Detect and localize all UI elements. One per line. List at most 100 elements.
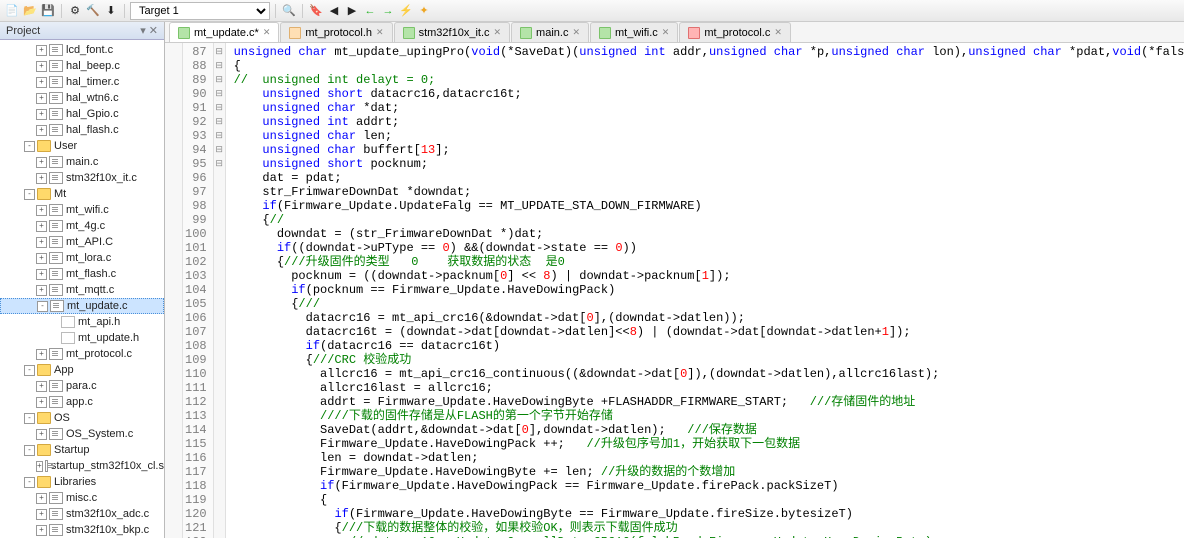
tree-item-label: lcd_font.c <box>66 44 113 56</box>
tree-item[interactable]: +OS_System.c <box>0 426 164 442</box>
save-icon[interactable]: 💾 <box>40 3 56 19</box>
editor-tabs: mt_update.c*✕mt_protocol.h✕stm32f10x_it.… <box>165 22 1184 43</box>
tree-item[interactable]: +mt_flash.c <box>0 266 164 282</box>
tab-close-icon[interactable]: ✕ <box>572 27 580 38</box>
tree-item[interactable]: - Startup <box>0 442 164 458</box>
tree-item[interactable]: +stm32f10x_adc.c <box>0 506 164 522</box>
open-icon[interactable]: 📂 <box>22 3 38 19</box>
expander-icon[interactable]: - <box>24 413 35 424</box>
download-icon[interactable]: ⬇ <box>103 3 119 19</box>
indent-left-icon[interactable]: ← <box>362 3 378 19</box>
tree-item[interactable]: +startup_stm32f10x_cl.s <box>0 458 164 474</box>
prev-bookmark-icon[interactable]: ◀ <box>326 3 342 19</box>
options-icon[interactable]: ✦ <box>416 3 432 19</box>
expander-icon[interactable]: + <box>36 61 47 72</box>
expander-icon[interactable]: - <box>24 189 35 200</box>
rebuild-icon[interactable]: 🔨 <box>85 3 101 19</box>
tree-item[interactable]: +mt_protocol.c <box>0 346 164 362</box>
close-panel-icon[interactable]: ▾ ✕ <box>140 24 158 37</box>
expander-icon[interactable]: + <box>36 493 47 504</box>
tree-item[interactable]: +stm32f10x_bkp.c <box>0 522 164 538</box>
tree-item[interactable]: -Libraries <box>0 474 164 490</box>
expander-icon[interactable]: + <box>36 237 47 248</box>
indent-right-icon[interactable]: → <box>380 3 396 19</box>
tree-item[interactable]: -App <box>0 362 164 378</box>
tree-item[interactable]: +hal_timer.c <box>0 74 164 90</box>
tree-item[interactable]: +para.c <box>0 378 164 394</box>
tree-item[interactable]: mt_update.h <box>0 330 164 346</box>
expander-icon[interactable] <box>48 317 59 328</box>
tree-item[interactable]: +hal_Gpio.c <box>0 106 164 122</box>
expander-icon[interactable]: - <box>24 477 35 488</box>
expander-icon[interactable]: + <box>36 381 47 392</box>
expander-icon[interactable]: + <box>36 269 47 280</box>
expander-icon[interactable] <box>48 333 59 344</box>
tree-item[interactable]: +mt_wifi.c <box>0 202 164 218</box>
expander-icon[interactable]: - <box>37 301 48 312</box>
build-icon[interactable]: ⚙ <box>67 3 83 19</box>
expander-icon[interactable]: + <box>36 509 47 520</box>
expander-icon[interactable]: + <box>36 221 47 232</box>
tree-item[interactable]: -User <box>0 138 164 154</box>
tree-item-label: Startup <box>54 444 89 456</box>
expander-icon[interactable]: - <box>24 141 35 152</box>
expander-icon[interactable]: + <box>36 93 47 104</box>
expander-icon[interactable]: + <box>36 349 47 360</box>
editor-tab[interactable]: mt_update.c*✕ <box>169 22 279 42</box>
tree-item[interactable]: +mt_API.C <box>0 234 164 250</box>
tree-item[interactable]: +misc.c <box>0 490 164 506</box>
editor-tab[interactable]: mt_wifi.c✕ <box>590 22 678 42</box>
tab-close-icon[interactable]: ✕ <box>662 27 670 38</box>
tree-item[interactable]: +app.c <box>0 394 164 410</box>
editor-tab[interactable]: main.c✕ <box>511 22 589 42</box>
code-content[interactable]: unsigned char mt_update_upingPro(void(*S… <box>226 43 1184 538</box>
tree-item[interactable]: +hal_beep.c <box>0 58 164 74</box>
folder-icon <box>37 412 51 424</box>
tab-close-icon[interactable]: ✕ <box>494 27 502 38</box>
tree-item[interactable]: -OS <box>0 410 164 426</box>
expander-icon[interactable]: + <box>36 525 47 536</box>
tree-item[interactable]: + lcd_font.c <box>0 42 164 58</box>
expander-icon[interactable]: + <box>36 205 47 216</box>
config-icon[interactable]: ⚡ <box>398 3 414 19</box>
tree-item[interactable]: +mt_lora.c <box>0 250 164 266</box>
next-bookmark-icon[interactable]: ▶ <box>344 3 360 19</box>
tree-item[interactable]: +hal_flash.c <box>0 122 164 138</box>
tree-item[interactable]: -mt_update.c <box>0 298 164 314</box>
bookmark-icon[interactable]: 🔖 <box>308 3 324 19</box>
expander-icon[interactable]: + <box>36 397 47 408</box>
editor-tab[interactable]: mt_protocol.c✕ <box>679 22 791 42</box>
editor-tab[interactable]: stm32f10x_it.c✕ <box>394 22 510 42</box>
expander-icon[interactable]: + <box>36 285 47 296</box>
tree-item[interactable]: mt_api.h <box>0 314 164 330</box>
expander-icon[interactable]: - <box>24 445 35 456</box>
expander-icon[interactable]: - <box>24 365 35 376</box>
expander-icon[interactable]: + <box>36 45 47 56</box>
tab-close-icon[interactable]: ✕ <box>263 27 271 38</box>
new-file-icon[interactable]: 📄 <box>4 3 20 19</box>
expander-icon[interactable]: + <box>36 429 47 440</box>
folder-icon <box>37 444 51 456</box>
expander-icon[interactable]: + <box>36 173 47 184</box>
tree-item[interactable]: +main.c <box>0 154 164 170</box>
expander-icon[interactable]: + <box>36 461 43 472</box>
fold-column[interactable]: ⊟⊟⊟⊟⊟⊟⊟⊟⊟ <box>214 43 226 538</box>
tree-item[interactable]: +stm32f10x_it.c <box>0 170 164 186</box>
tree-item[interactable]: -Mt <box>0 186 164 202</box>
tab-close-icon[interactable]: ✕ <box>376 27 384 38</box>
cfile-icon <box>49 44 63 56</box>
project-tree[interactable]: + lcd_font.c +hal_beep.c+hal_timer.c+hal_w… <box>0 40 164 538</box>
tab-close-icon[interactable]: ✕ <box>774 27 782 38</box>
tree-item[interactable]: +hal_wtn6.c <box>0 90 164 106</box>
debug-icon[interactable]: 🔍 <box>281 3 297 19</box>
tree-item[interactable]: +mt_mqtt.c <box>0 282 164 298</box>
tree-item[interactable]: +mt_4g.c <box>0 218 164 234</box>
expander-icon[interactable]: + <box>36 77 47 88</box>
code-viewport[interactable]: 8788899091929394959697989910010110210310… <box>165 43 1184 538</box>
expander-icon[interactable]: + <box>36 157 47 168</box>
expander-icon[interactable]: + <box>36 125 47 136</box>
expander-icon[interactable]: + <box>36 109 47 120</box>
target-selector[interactable]: Target 1 <box>130 2 270 20</box>
editor-tab[interactable]: mt_protocol.h✕ <box>280 22 392 42</box>
expander-icon[interactable]: + <box>36 253 47 264</box>
